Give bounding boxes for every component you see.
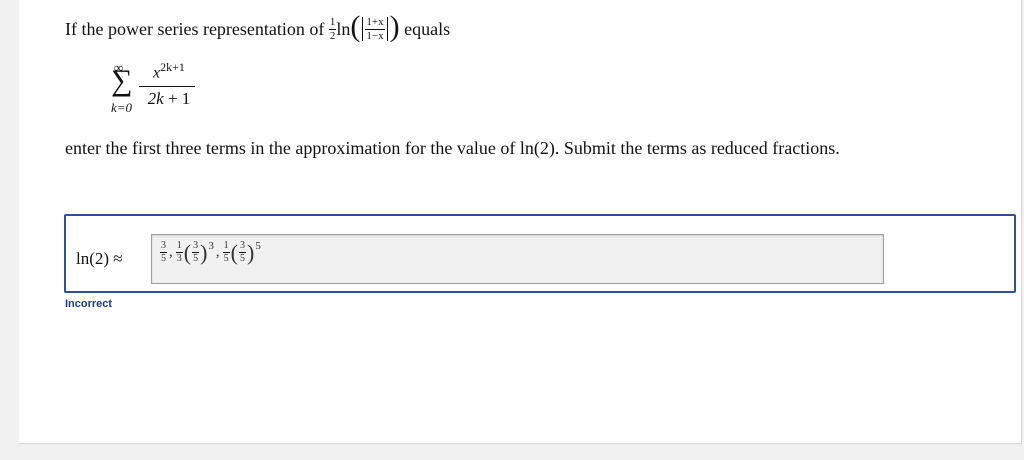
term2-inner-denominator: 5 xyxy=(193,253,199,264)
half-denominator: 2 xyxy=(329,29,336,42)
right-paren: ) xyxy=(389,10,400,43)
term2-coef-numerator: 1 xyxy=(176,240,182,251)
answer-box: ln(2) ≈ 3 5 , 1 3 ( 3 5) 3 , 1 5 (3 5 … xyxy=(64,214,1016,293)
term2-coefficient: 1 3 xyxy=(175,240,183,264)
inner-fraction: 1+x 1−x xyxy=(365,15,385,42)
term-separator: , xyxy=(215,244,220,260)
term1-fraction: 3 5 xyxy=(160,241,167,264)
sigma-symbol: ∑ xyxy=(111,64,133,97)
series-expression: ∞ ∑ k=0 x2k+1 2k + 1 xyxy=(111,60,231,122)
term3-coef-numerator: 1 xyxy=(223,240,229,251)
abs-bar-right xyxy=(386,17,388,41)
term3-inner: 3 5 xyxy=(238,240,246,264)
denominator-variable: 2k xyxy=(147,89,164,108)
denominator-rest: + 1 xyxy=(163,89,191,108)
term3-exponent: 5 xyxy=(255,239,261,252)
numerator-exponent: 2k+1 xyxy=(160,60,185,74)
right-paren: ) xyxy=(200,239,208,265)
term3-coef-denominator: 5 xyxy=(223,253,229,264)
left-paren: ( xyxy=(230,239,238,265)
ln-function: ln xyxy=(336,18,351,39)
right-paren: ) xyxy=(246,239,255,265)
half-fraction: 1 2 xyxy=(328,15,337,42)
answer-label: ln(2) ≈ xyxy=(76,249,123,268)
series-denominator: 2k + 1 xyxy=(139,89,199,109)
answer-input[interactable]: 3 5 , 1 3 ( 3 5 ) 3 , 1 5 (3 5) 5 xyxy=(151,234,884,284)
term1-numerator: 3 xyxy=(161,240,166,251)
term3-inner-denominator: 5 xyxy=(239,253,245,264)
question-text: If the power series representation of 1 … xyxy=(65,10,451,44)
inner-denominator: 1−x xyxy=(366,29,384,42)
abs-bar-left xyxy=(362,17,364,41)
question-panel: If the power series representation of 1 … xyxy=(19,0,1022,444)
answer-math-content: 3 5 , 1 3 ( 3 5 ) 3 , 1 5 (3 5) 5 xyxy=(160,239,261,265)
series-numerator: x2k+1 xyxy=(139,60,199,82)
term-separator: , xyxy=(169,244,173,260)
series-fraction-bar xyxy=(139,86,195,87)
term2-inner-numerator: 3 xyxy=(193,240,199,251)
inner-numerator: 1+x xyxy=(366,15,384,28)
term3-coefficient: 1 5 xyxy=(222,240,230,264)
term3-inner-numerator: 3 xyxy=(239,240,245,251)
left-paren: ( xyxy=(183,239,192,265)
question-prefix: If the power series representation of xyxy=(65,18,325,39)
sum-lower-limit: k=0 xyxy=(111,100,133,115)
term1-denominator: 5 xyxy=(161,253,166,264)
status-message: Incorrect xyxy=(65,298,113,310)
question-suffix: equals xyxy=(404,18,451,39)
term2-inner: 3 5 xyxy=(192,240,200,264)
left-paren: ( xyxy=(350,10,361,43)
term2-exponent: 3 xyxy=(208,239,214,252)
half-numerator: 1 xyxy=(329,15,336,28)
instruction-text: enter the first three terms in the appro… xyxy=(65,138,840,158)
term2-coef-denominator: 3 xyxy=(176,253,182,264)
